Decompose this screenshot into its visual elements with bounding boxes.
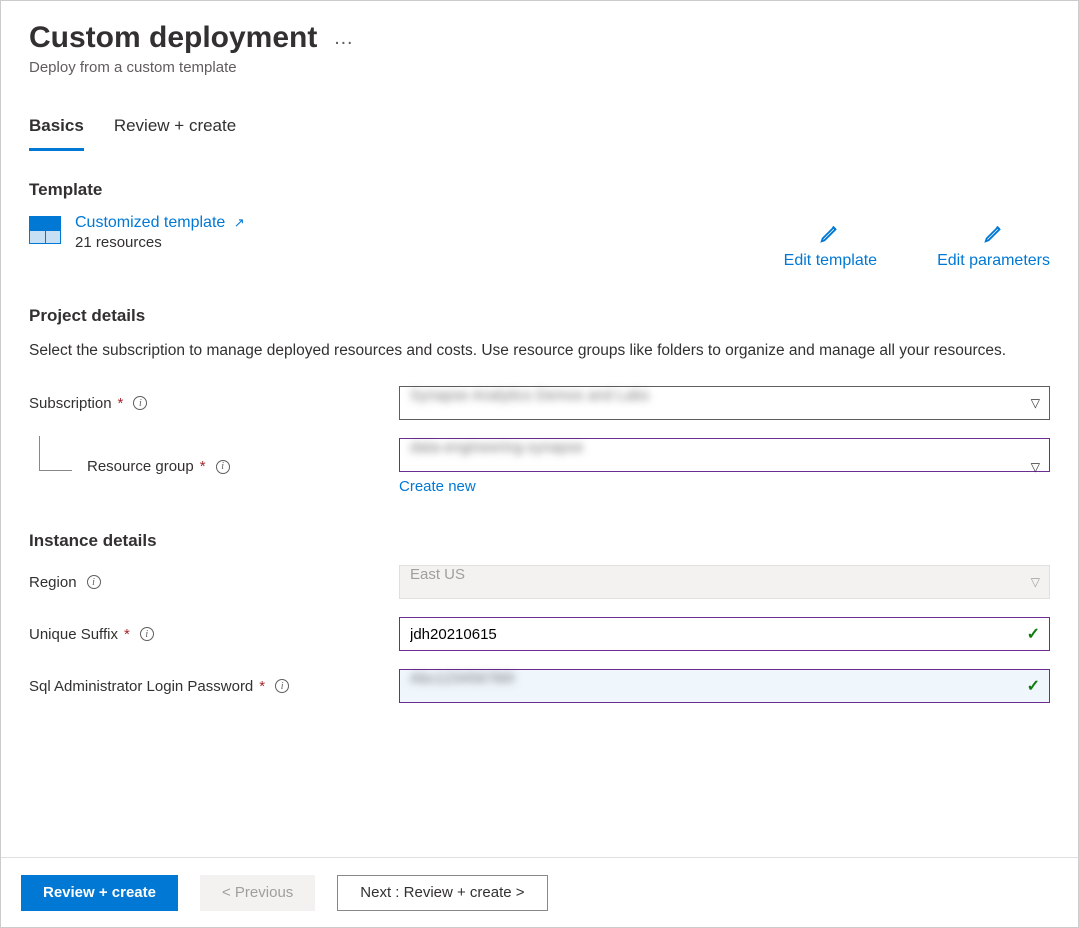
external-link-icon: ↗: [234, 215, 245, 230]
template-info: Customized template ↗ 21 resources: [29, 214, 245, 251]
project-details-desc: Select the subscription to manage deploy…: [29, 340, 1050, 362]
checkmark-icon: ✓: [1027, 624, 1040, 644]
resource-group-select[interactable]: data-engineering-synapse: [399, 438, 1050, 472]
tab-review-create[interactable]: Review + create: [114, 106, 236, 151]
template-link-text: Customized template: [75, 214, 225, 231]
next-button[interactable]: Next : Review + create >: [337, 875, 547, 911]
subscription-select[interactable]: Synapse Analytics Demos and Labs: [399, 386, 1050, 420]
info-icon[interactable]: i: [216, 460, 230, 474]
resource-group-label: Resource group*i: [29, 458, 399, 475]
footer-actions: Review + create < Previous Next : Review…: [1, 857, 1078, 927]
edit-parameters-label: Edit parameters: [937, 252, 1050, 270]
pencil-icon: [983, 222, 1005, 244]
project-details-heading: Project details: [29, 306, 1050, 326]
info-icon[interactable]: i: [275, 679, 289, 693]
tab-basics[interactable]: Basics: [29, 106, 84, 151]
page-subtitle: Deploy from a custom template: [29, 59, 1050, 76]
info-icon[interactable]: i: [140, 627, 154, 641]
more-actions-icon[interactable]: …: [333, 27, 355, 50]
subscription-label: Subscription*i: [29, 395, 399, 412]
review-create-button[interactable]: Review + create: [21, 875, 178, 911]
pencil-icon: [819, 222, 841, 244]
sql-password-label: Sql Administrator Login Password*i: [29, 678, 399, 695]
region-select: East US: [399, 565, 1050, 599]
page-header: Custom deployment … Deploy from a custom…: [29, 21, 1050, 76]
previous-button: < Previous: [200, 875, 315, 911]
customized-template-link[interactable]: Customized template ↗: [75, 214, 245, 232]
sql-password-input[interactable]: Abc123456789!: [399, 669, 1050, 703]
instance-details-heading: Instance details: [29, 531, 1050, 551]
create-new-link[interactable]: Create new: [399, 478, 1050, 495]
page-title: Custom deployment: [29, 21, 317, 55]
region-label: Regioni: [29, 574, 399, 591]
checkmark-icon: ✓: [1027, 676, 1040, 696]
edit-parameters-link[interactable]: Edit parameters: [937, 222, 1050, 270]
tabs: Basics Review + create: [29, 106, 1050, 152]
edit-template-link[interactable]: Edit template: [784, 222, 877, 270]
template-icon: [29, 216, 61, 244]
template-resources-count: 21 resources: [75, 234, 245, 251]
info-icon[interactable]: i: [87, 575, 101, 589]
unique-suffix-label: Unique Suffix*i: [29, 626, 399, 643]
edit-template-label: Edit template: [784, 252, 877, 270]
info-icon[interactable]: i: [133, 396, 147, 410]
template-heading: Template: [29, 180, 1050, 200]
unique-suffix-input[interactable]: [399, 617, 1050, 651]
